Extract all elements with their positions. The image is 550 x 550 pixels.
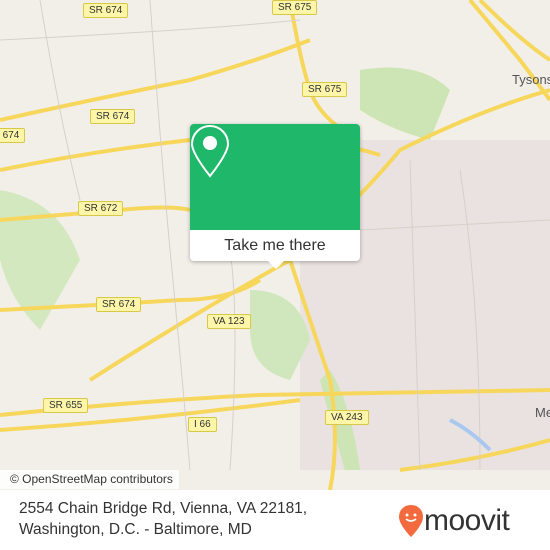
osm-attribution[interactable]: © OpenStreetMap contributors (0, 470, 179, 489)
place-label: Me (535, 405, 550, 420)
moovit-logo[interactable]: moovit (398, 504, 510, 538)
moovit-wordmark: moovit (424, 504, 510, 537)
address-line-1: 2554 Chain Bridge Rd, Vienna, VA 22181, (19, 500, 308, 517)
map-pin-icon (190, 124, 230, 178)
popup-header (190, 124, 360, 230)
road-shield: SR 674 (0, 128, 26, 143)
road-shield: SR 675 (272, 0, 318, 15)
road-shield: SR 675 (302, 82, 348, 97)
road-shield: SR 655 (43, 398, 89, 413)
road-shield: SR 674 (96, 297, 142, 312)
moovit-pin-icon (399, 505, 423, 537)
road-shield: SR 672 (78, 201, 124, 216)
take-me-there-button[interactable]: Take me there (190, 230, 360, 261)
address-line-2: Washington, D.C. - Baltimore, MD (19, 521, 252, 538)
place-label: Tysons (512, 72, 550, 87)
road-shield: SR 674 (90, 109, 136, 124)
map[interactable]: SR 674 SR 675 SR 674 SR 675 SR 674 SR 67… (0, 0, 550, 490)
road-shield: SR 674 (83, 3, 129, 18)
road-shield: I 66 (188, 417, 217, 432)
location-popup: Take me there (190, 124, 360, 269)
road-shield: VA 123 (207, 314, 251, 329)
address: 2554 Chain Bridge Rd, Vienna, VA 22181, … (19, 498, 307, 540)
popup-pointer (268, 261, 284, 269)
road-shield: VA 243 (325, 410, 369, 425)
